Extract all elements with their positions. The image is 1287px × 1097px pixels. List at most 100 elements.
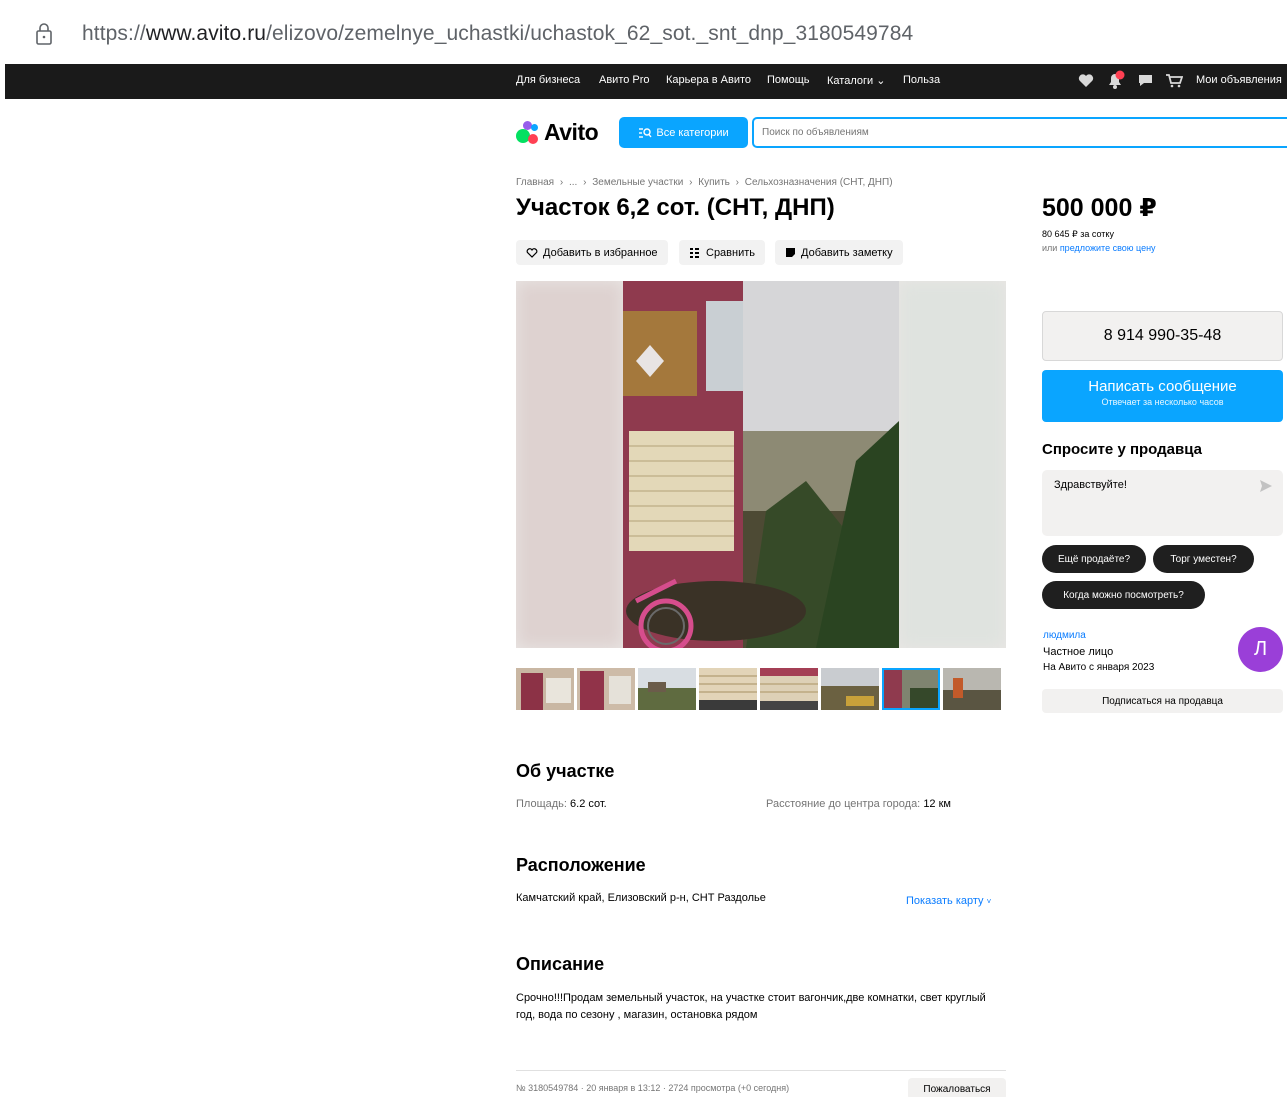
url-path: /elizovo/zemelnye_uchastki/uchastok_62_s…	[266, 22, 914, 45]
thumbnail-image	[821, 668, 879, 710]
listing-title: Участок 6,2 сот. (СНТ, ДНП)	[516, 194, 835, 221]
distance-label: Расстояние до центра города:	[766, 798, 921, 810]
top-nav: Для бизнеса Авито Pro Карьера в Авито По…	[5, 64, 1287, 99]
quick-question-chip[interactable]: Когда можно посмотреть?	[1042, 581, 1205, 609]
nav-link-business[interactable]: Для бизнеса	[516, 74, 580, 86]
my-ads-link[interactable]: Мои объявления	[1196, 74, 1282, 86]
add-favorite-label: Добавить в избранное	[543, 246, 658, 259]
avito-logo[interactable]: Avito	[516, 118, 599, 146]
price-offer-prefix: или	[1042, 243, 1060, 253]
nav-link-catalogs[interactable]: Каталоги ⌄	[827, 74, 885, 87]
listing-main-photo[interactable]	[516, 281, 1006, 648]
seller-name-link[interactable]: людмила	[1043, 630, 1086, 641]
write-message-button[interactable]: Написать сообщение Отвечает за несколько…	[1042, 370, 1283, 422]
breadcrumb-item-buy[interactable]: Купить	[698, 177, 730, 188]
nav-link-benefit[interactable]: Польза	[903, 74, 940, 86]
all-categories-label: Все категории	[656, 126, 729, 139]
breadcrumb: Главная › ... › Земельные участки › Купи…	[516, 177, 896, 188]
listing-meta: № 3180549784 · 20 января в 13:12 · 2724 …	[516, 1083, 790, 1093]
chevron-down-icon: ⌄	[876, 75, 886, 87]
thumbnail[interactable]	[760, 668, 818, 710]
url-text[interactable]: https://www.avito.ru/elizovo/zemelnye_uc…	[82, 22, 913, 46]
heart-outline-icon	[526, 248, 538, 258]
thumbnail[interactable]	[577, 668, 635, 710]
avatar[interactable]: Л	[1238, 627, 1283, 672]
thumbnail[interactable]	[943, 668, 1001, 710]
ask-seller-box: Здравствуйте!	[1042, 470, 1283, 536]
thumbnail-image	[638, 668, 696, 710]
divider	[516, 1070, 1006, 1071]
price-per-sotka: 80 645 ₽ за сотку	[1042, 229, 1114, 239]
browser-url-bar[interactable]: https://www.avito.ru/elizovo/zemelnye_uc…	[0, 0, 1287, 66]
photo-thumbnails	[516, 668, 1001, 710]
bell-icon[interactable]	[1105, 70, 1127, 90]
breadcrumb-item-land[interactable]: Земельные участки	[592, 177, 683, 188]
thumbnail[interactable]	[516, 668, 574, 710]
thumbnail-selected[interactable]	[882, 668, 940, 710]
thumbnail-image	[943, 668, 1001, 710]
add-favorite-button[interactable]: Добавить в избранное	[516, 240, 668, 265]
report-button[interactable]: Пожаловаться	[908, 1078, 1006, 1097]
distance-param: Расстояние до центра города: 12 км	[766, 798, 951, 810]
show-map-label: Показать карту	[906, 895, 984, 907]
thumbnail-image	[699, 668, 757, 710]
breadcrumb-item-agri[interactable]: Сельхозназначения (СНТ, ДНП)	[745, 177, 893, 188]
area-value: 6.2 сот.	[570, 798, 607, 810]
add-note-label: Добавить заметку	[801, 246, 893, 259]
location-section-title: Расположение	[516, 855, 646, 875]
seller-since: На Авито с января 2023	[1043, 662, 1155, 673]
area-param: Площадь: 6.2 сот.	[516, 798, 607, 810]
search-input[interactable]	[754, 119, 1287, 146]
area-label: Площадь:	[516, 798, 567, 810]
price: 500 000 ₽	[1042, 194, 1157, 222]
nav-link-catalogs-label: Каталоги	[827, 75, 874, 87]
subscribe-seller-button[interactable]: Подписаться на продавца	[1042, 689, 1283, 713]
nav-link-avito-pro[interactable]: Авито Pro	[599, 74, 650, 86]
thumbnail[interactable]	[699, 668, 757, 710]
logo-text: Avito	[544, 118, 599, 145]
ask-seller-title: Спросите у продавца	[1042, 441, 1202, 458]
search-box	[752, 117, 1287, 148]
breadcrumb-separator: ›	[689, 177, 693, 188]
write-message-label: Написать сообщение	[1088, 378, 1237, 395]
distance-value: 12 км	[923, 798, 951, 810]
note-icon	[786, 248, 795, 257]
chat-icon[interactable]	[1137, 73, 1154, 88]
show-phone-button[interactable]: 8 914 990-35-48	[1042, 311, 1283, 361]
quick-question-chip[interactable]: Ещё продаёте?	[1042, 545, 1146, 573]
nav-link-help[interactable]: Помощь	[767, 74, 810, 86]
compare-label: Сравнить	[706, 246, 756, 259]
thumbnail-image	[516, 668, 574, 710]
about-section-title: Об участке	[516, 761, 615, 781]
logo-dots-icon	[516, 120, 542, 144]
lock-icon	[36, 23, 52, 45]
thumbnail[interactable]	[821, 668, 879, 710]
search-list-icon	[639, 127, 652, 138]
all-categories-button[interactable]: Все категории	[619, 117, 748, 148]
compare-icon	[690, 248, 699, 258]
ask-seller-input[interactable]: Здравствуйте!	[1054, 479, 1254, 519]
breadcrumb-separator: ›	[735, 177, 739, 188]
breadcrumb-item-ellipsis[interactable]: ...	[569, 177, 577, 188]
send-icon[interactable]	[1259, 479, 1273, 493]
breadcrumb-separator: ›	[559, 177, 564, 188]
description-section-title: Описание	[516, 954, 605, 974]
breadcrumb-separator: ›	[583, 177, 587, 188]
compare-button[interactable]: Сравнить	[679, 240, 766, 265]
heart-icon[interactable]	[1078, 73, 1094, 88]
offer-price-link[interactable]: предложите свою цену	[1060, 243, 1156, 253]
breadcrumb-item-home[interactable]: Главная	[516, 177, 554, 188]
add-note-button[interactable]: Добавить заметку	[775, 240, 903, 265]
seller-type: Частное лицо	[1043, 646, 1114, 658]
cart-icon[interactable]	[1165, 73, 1183, 88]
land-photo-image	[516, 281, 1006, 648]
response-time-label: Отвечает за несколько часов	[1101, 397, 1224, 407]
thumbnail[interactable]	[638, 668, 696, 710]
quick-question-chip[interactable]: Торг уместен?	[1153, 545, 1254, 573]
nav-link-career[interactable]: Карьера в Авито	[666, 74, 751, 86]
thumbnail-image	[760, 668, 818, 710]
thumbnail-image	[577, 668, 635, 710]
show-map-link[interactable]: Показать карту ˅	[906, 895, 991, 907]
thumbnail-image	[882, 668, 940, 710]
description-text: Срочно!!!Продам земельный участок, на уч…	[516, 992, 986, 1021]
